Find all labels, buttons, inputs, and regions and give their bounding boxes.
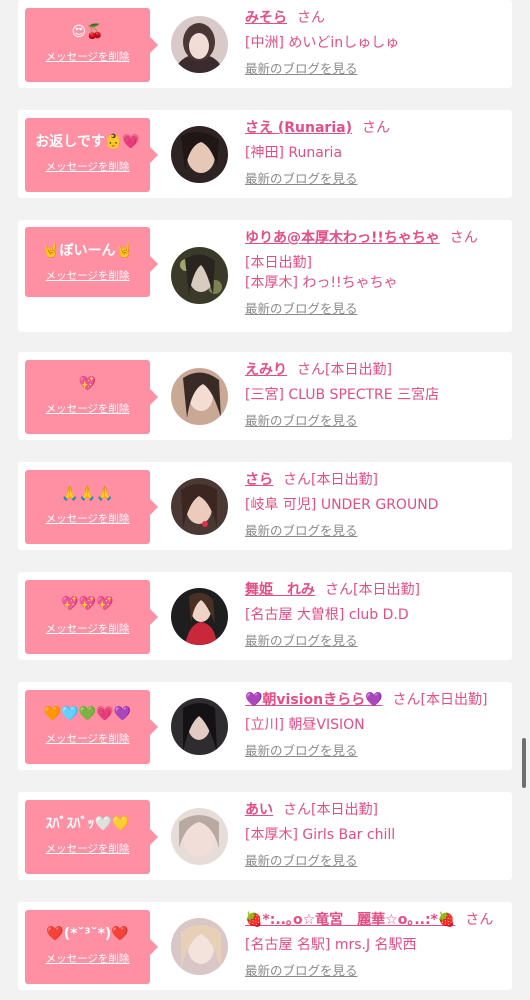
message-text: ｽﾊﾞｽﾊﾞｯ🤍💛 [45, 816, 130, 832]
message-text: 😍🍒 [71, 24, 104, 40]
latest-blog-link[interactable]: 最新のブログを見る [245, 522, 358, 540]
avatar[interactable] [171, 808, 228, 865]
list-item: 🤘ぼいーん🤘 メッセージを削除 ゆりあ@本厚木わっ!!ちゃちゃ さん [本日出勤]… [18, 220, 512, 332]
list-item: 🙏🙏🙏 メッセージを削除 さら さん[本日出勤] [岐阜 可児] UNDER GR… [18, 462, 512, 550]
avatar[interactable] [171, 16, 228, 73]
honorific: さん [449, 230, 478, 246]
message-bubble: ❤️(*˘³˘*)❤️ メッセージを削除 [25, 910, 158, 984]
profile-name-link[interactable]: みそら [245, 10, 287, 26]
latest-blog-link[interactable]: 最新のブログを見る [245, 632, 358, 650]
message-bubble: 🤘ぼいーん🤘 メッセージを削除 [25, 227, 158, 297]
shop-text: [本厚木] Girls Bar chill [245, 827, 396, 843]
status-text: [本日出勤] [353, 582, 420, 598]
shop-text: [立川] 朝昼VISION [245, 717, 365, 733]
message-bubble: ｽﾊﾞｽﾊﾞｯ🤍💛 メッセージを削除 [25, 800, 158, 874]
shop-text: [岐阜 可児] UNDER GROUND [245, 497, 439, 513]
latest-blog-link[interactable]: 最新のブログを見る [245, 300, 358, 318]
latest-blog-link[interactable]: 最新のブログを見る [245, 962, 358, 980]
status-text: [本日出勤] [325, 362, 392, 378]
avatar[interactable] [171, 478, 228, 535]
profile-name-link[interactable]: さら [245, 472, 273, 488]
shop-text: [神田] Runaria [245, 145, 343, 161]
status-text: [本日出勤] [245, 255, 312, 271]
honorific: さん [297, 362, 325, 378]
list-item: 🧡🩵💚💗💜 メッセージを削除 💜朝visionきらら💜 さん[本日出勤] [立川]… [18, 682, 512, 770]
list-item: 💖 メッセージを削除 えみり さん[本日出勤] [三宮] CLUB SPECTRE… [18, 352, 512, 440]
avatar[interactable] [171, 247, 228, 304]
list-item: お返しです👶💗 メッセージを削除 さえ (Runaria) さん [神田] Run… [18, 110, 512, 198]
list-item: 😍🍒 メッセージを削除 みそら さん [中洲] めいどinしゅしゅ 最新のブログを… [18, 0, 512, 88]
message-text: 🧡🩵💚💗💜 [43, 706, 132, 722]
shop-text: [名古屋 大曽根] club D.D [245, 607, 409, 623]
profile-name-link[interactable]: 💜朝visionきらら💜 [245, 692, 383, 708]
shop-text: [三宮] CLUB SPECTRE 三宮店 [245, 387, 440, 403]
message-list: 😍🍒 メッセージを削除 みそら さん [中洲] めいどinしゅしゅ 最新のブログを… [0, 0, 530, 1000]
message-bubble: 🧡🩵💚💗💜 メッセージを削除 [25, 690, 158, 764]
honorific: さん [465, 912, 494, 928]
profile-name-link[interactable]: ゆりあ@本厚木わっ!!ちゃちゃ [245, 230, 440, 246]
shop-text: [名古屋 名駅] mrs.J 名駅西 [245, 937, 417, 953]
status-text: [本日出勤] [311, 802, 378, 818]
message-bubble: 😍🍒 メッセージを削除 [25, 8, 158, 82]
message-text: ❤️(*˘³˘*)❤️ [46, 926, 129, 942]
avatar[interactable] [171, 918, 228, 975]
profile-name-link[interactable]: あい [245, 802, 273, 818]
status-text: [本日出勤] [311, 472, 378, 488]
delete-message-link[interactable]: メッセージを削除 [46, 731, 130, 746]
latest-blog-link[interactable]: 最新のブログを見る [245, 412, 358, 430]
shop-text: [本厚木] わっ!!ちゃちゃ [245, 275, 398, 291]
honorific: さん [297, 10, 325, 26]
delete-message-link[interactable]: メッセージを削除 [46, 621, 130, 636]
shop-text: [中洲] めいどinしゅしゅ [245, 35, 400, 51]
avatar[interactable] [171, 126, 228, 183]
honorific: さん [392, 692, 421, 708]
profile-name-link[interactable]: 🍓*:..｡o☆竜宮 麗華☆o｡..:*🍓 [245, 912, 455, 928]
latest-blog-link[interactable]: 最新のブログを見る [245, 852, 358, 870]
profile-name-link[interactable]: さえ (Runaria) [245, 120, 352, 136]
message-text: 🙏🙏🙏 [61, 486, 114, 502]
latest-blog-link[interactable]: 最新のブログを見る [245, 170, 358, 188]
delete-message-link[interactable]: メッセージを削除 [46, 159, 130, 174]
message-bubble: 🙏🙏🙏 メッセージを削除 [25, 470, 158, 544]
message-bubble: 💖💖💖 メッセージを削除 [25, 580, 158, 654]
avatar[interactable] [171, 698, 228, 755]
scrollbar[interactable] [522, 738, 526, 788]
delete-message-link[interactable]: メッセージを削除 [46, 511, 130, 526]
message-text: 🤘ぼいーん🤘 [42, 243, 133, 259]
delete-message-link[interactable]: メッセージを削除 [46, 49, 130, 64]
profile-name-link[interactable]: えみり [245, 362, 287, 378]
status-text: [本日出勤] [420, 692, 488, 708]
latest-blog-link[interactable]: 最新のブログを見る [245, 60, 358, 78]
list-item: ❤️(*˘³˘*)❤️ メッセージを削除 🍓*:..｡o☆竜宮 麗華☆o｡..:… [18, 902, 512, 990]
list-item: 💖💖💖 メッセージを削除 舞姫 れみ さん[本日出勤] [名古屋 大曽根] clu… [18, 572, 512, 660]
avatar[interactable] [171, 368, 228, 425]
delete-message-link[interactable]: メッセージを削除 [46, 951, 130, 966]
message-bubble: お返しです👶💗 メッセージを削除 [25, 118, 158, 192]
message-text: 💖💖💖 [61, 596, 114, 612]
latest-blog-link[interactable]: 最新のブログを見る [245, 742, 358, 760]
honorific: さん [325, 582, 353, 598]
message-text: 💖 [78, 376, 97, 392]
honorific: さん [361, 120, 390, 136]
list-item: ｽﾊﾞｽﾊﾞｯ🤍💛 メッセージを削除 あい さん[本日出勤] [本厚木] Girl… [18, 792, 512, 880]
delete-message-link[interactable]: メッセージを削除 [46, 401, 130, 416]
message-text: お返しです👶💗 [35, 134, 140, 150]
delete-message-link[interactable]: メッセージを削除 [46, 268, 130, 283]
avatar[interactable] [171, 588, 228, 645]
honorific: さん [283, 472, 311, 488]
delete-message-link[interactable]: メッセージを削除 [46, 841, 130, 856]
honorific: さん [283, 802, 311, 818]
message-bubble: 💖 メッセージを削除 [25, 360, 158, 434]
profile-name-link[interactable]: 舞姫 れみ [245, 582, 315, 598]
